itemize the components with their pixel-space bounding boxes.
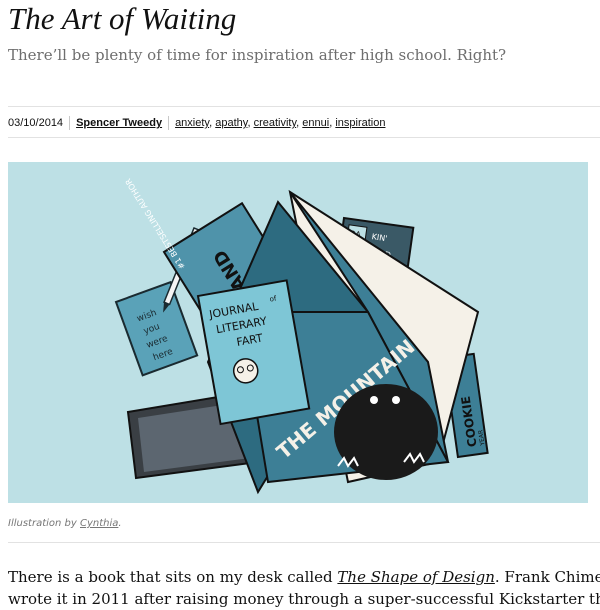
creature-drawing: [334, 384, 438, 480]
meta-separator: [168, 116, 170, 130]
publish-date: 03/10/2014: [8, 117, 64, 129]
tag-link[interactable]: ennui: [302, 117, 329, 129]
article: The Art of Waiting There’ll be plenty of…: [0, 0, 600, 608]
divider: [8, 542, 600, 543]
author-link[interactable]: Spencer Tweedy: [76, 115, 162, 131]
tag-link[interactable]: inspiration: [335, 117, 385, 129]
divider: [8, 106, 600, 107]
body-text: . Frank Chimero: [494, 568, 600, 586]
caption-prefix: Illustration by: [8, 518, 80, 529]
divider: [8, 137, 600, 138]
tag-link[interactable]: anxiety: [175, 117, 209, 129]
body-text: There is a book that sits on my desk cal…: [8, 568, 338, 586]
article-illustration: wish you were here #1 BESTSELLING AUTHOR…: [8, 162, 588, 503]
tag-link[interactable]: apathy: [215, 117, 247, 129]
caption-suffix: .: [118, 518, 122, 529]
body-text: wrote it in 2011 after raising money thr…: [8, 590, 600, 608]
article-subtitle: There’ll be plenty of time for inspirati…: [8, 46, 507, 64]
artist-link[interactable]: Cynthia: [80, 518, 118, 529]
article-meta: 03/10/2014 Spencer Tweedy anxiety, apath…: [8, 115, 385, 131]
article-body: There is a book that sits on my desk cal…: [8, 566, 600, 610]
meta-separator: [69, 116, 71, 130]
tag-link[interactable]: creativity: [254, 117, 297, 129]
image-caption: Illustration by Cynthia.: [8, 518, 122, 529]
article-title: The Art of Waiting: [8, 1, 237, 36]
tag-list: anxiety, apathy, creativity, ennui, insp…: [175, 117, 386, 129]
book-title-link[interactable]: The Shape of Design: [337, 568, 494, 586]
illustration-image: wish you were here #1 BESTSELLING AUTHOR…: [8, 162, 588, 503]
